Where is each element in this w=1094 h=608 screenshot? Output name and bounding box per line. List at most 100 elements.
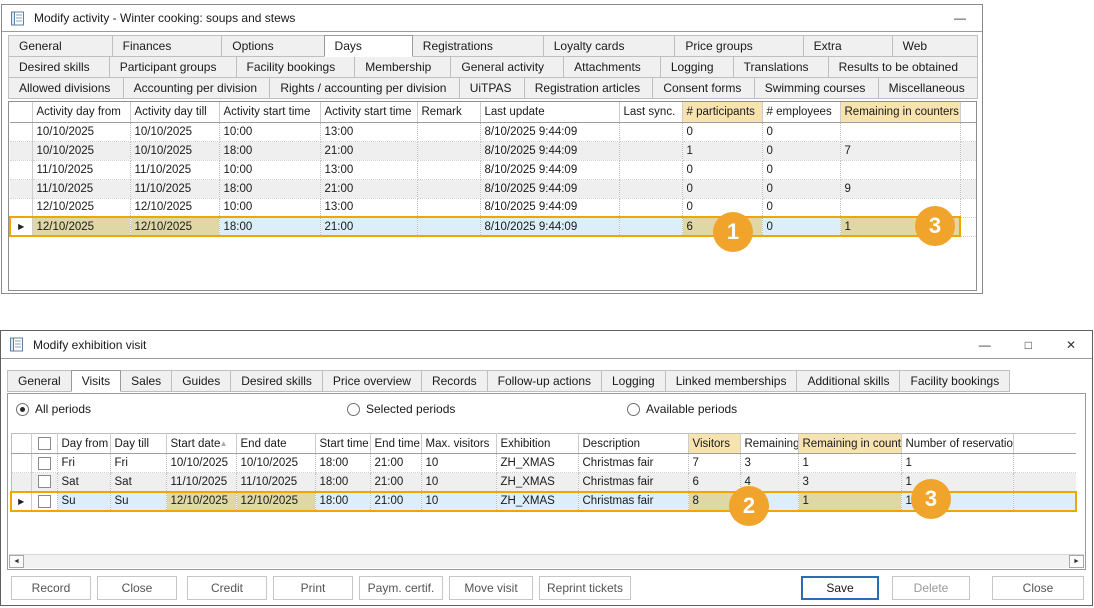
tab-sales[interactable]: Sales: [120, 370, 172, 392]
cell[interactable]: 12/10/2025: [236, 492, 315, 511]
cell[interactable]: [417, 160, 480, 179]
cell[interactable]: 21:00: [320, 141, 417, 160]
cell[interactable]: [417, 141, 480, 160]
row-selector[interactable]: [11, 454, 31, 473]
cell[interactable]: 10:00: [219, 160, 320, 179]
cell[interactable]: 10: [421, 454, 496, 473]
column-header-employees[interactable]: # employees: [762, 102, 840, 122]
cell[interactable]: [417, 198, 480, 217]
column-header-remark[interactable]: Remark: [417, 102, 480, 122]
cell[interactable]: Christmas fair: [578, 454, 688, 473]
tab-translations[interactable]: Translations: [733, 56, 829, 78]
cell[interactable]: [619, 217, 682, 236]
cell[interactable]: 18:00: [219, 141, 320, 160]
scroll-right-icon[interactable]: ►: [1069, 555, 1084, 568]
cell[interactable]: 0: [682, 122, 762, 141]
cell[interactable]: 13:00: [320, 198, 417, 217]
cell[interactable]: 0: [762, 160, 840, 179]
column-header-number-of-reservations[interactable]: Number of reservations: [901, 434, 1013, 454]
tab-general-activity[interactable]: General activity: [450, 56, 564, 78]
cell[interactable]: 10: [421, 492, 496, 511]
tab-desired-skills[interactable]: Desired skills: [230, 370, 323, 392]
cell[interactable]: 7: [840, 141, 960, 160]
cell[interactable]: [417, 122, 480, 141]
cell[interactable]: [840, 160, 960, 179]
cell[interactable]: 21:00: [370, 492, 421, 511]
cell[interactable]: 13:00: [320, 122, 417, 141]
cell[interactable]: 21:00: [320, 179, 417, 198]
tab-registration-articles[interactable]: Registration articles: [524, 77, 654, 99]
cell[interactable]: 18:00: [219, 179, 320, 198]
cell[interactable]: 8/10/2025 9:44:09: [480, 122, 619, 141]
cell[interactable]: 12/10/2025: [130, 198, 219, 217]
cell[interactable]: 0: [682, 160, 762, 179]
tab-records[interactable]: Records: [421, 370, 488, 392]
row-checkbox[interactable]: [38, 495, 51, 508]
cell[interactable]: Christmas fair: [578, 492, 688, 511]
column-header-description[interactable]: Description: [578, 434, 688, 454]
cell[interactable]: 10/10/2025: [32, 141, 130, 160]
cell[interactable]: Sat: [110, 473, 166, 492]
tab-finances[interactable]: Finances: [112, 35, 223, 57]
cell[interactable]: 1: [901, 454, 1013, 473]
tab-facility-bookings[interactable]: Facility bookings: [899, 370, 1010, 392]
tab-accounting-per-division[interactable]: Accounting per division: [123, 77, 271, 99]
tab-extra[interactable]: Extra: [803, 35, 893, 57]
cell[interactable]: 0: [762, 179, 840, 198]
column-header-visitors[interactable]: Visitors: [688, 434, 740, 454]
paym-certif-button[interactable]: Paym. certif.: [359, 576, 443, 600]
cell[interactable]: 10/10/2025: [166, 454, 236, 473]
reprint-tickets-button[interactable]: Reprint tickets: [539, 576, 631, 600]
tab-participant-groups[interactable]: Participant groups: [109, 56, 237, 78]
credit-button[interactable]: Credit: [187, 576, 267, 600]
tab-general[interactable]: General: [8, 35, 113, 57]
tab-miscellaneous[interactable]: Miscellaneous: [878, 77, 978, 99]
column-header-activity-start-time[interactable]: Activity start time: [219, 102, 320, 122]
delete-button[interactable]: Delete: [892, 576, 970, 600]
cell[interactable]: [417, 217, 480, 236]
close-button-footer[interactable]: Close: [992, 576, 1084, 600]
column-header-day-till[interactable]: Day till: [110, 434, 166, 454]
tab-price-groups[interactable]: Price groups: [674, 35, 803, 57]
row-selector[interactable]: [10, 198, 32, 217]
cell[interactable]: [619, 160, 682, 179]
cell[interactable]: 0: [762, 141, 840, 160]
cell[interactable]: 1: [798, 492, 901, 511]
horizontal-scrollbar[interactable]: ◄ ►: [9, 554, 1084, 568]
column-header-activity-day-till[interactable]: Activity day till: [130, 102, 219, 122]
cell[interactable]: ZH_XMAS: [496, 492, 578, 511]
cell[interactable]: 10/10/2025: [130, 122, 219, 141]
cell[interactable]: 11/10/2025: [236, 473, 315, 492]
tab-attachments[interactable]: Attachments: [563, 56, 661, 78]
tab-logging[interactable]: Logging: [601, 370, 666, 392]
radio-available-periods[interactable]: Available periods: [627, 402, 737, 416]
cell[interactable]: [619, 141, 682, 160]
cell[interactable]: 7: [688, 454, 740, 473]
column-header-start-time[interactable]: Start time: [315, 434, 370, 454]
tab-price-overview[interactable]: Price overview: [322, 370, 422, 392]
tab-linked-memberships[interactable]: Linked memberships: [665, 370, 798, 392]
cell[interactable]: 10/10/2025: [130, 141, 219, 160]
cell[interactable]: Sat: [57, 473, 110, 492]
tab-desired-skills[interactable]: Desired skills: [8, 56, 110, 78]
tab-visits[interactable]: Visits: [71, 370, 121, 392]
cell[interactable]: Christmas fair: [578, 473, 688, 492]
record-button[interactable]: Record: [11, 576, 91, 600]
cell[interactable]: 11/10/2025: [32, 179, 130, 198]
radio-selected-periods[interactable]: Selected periods: [347, 402, 455, 416]
column-header-last-update[interactable]: Last update: [480, 102, 619, 122]
row-selector[interactable]: [10, 179, 32, 198]
cell[interactable]: 11/10/2025: [32, 160, 130, 179]
save-button[interactable]: Save: [801, 576, 879, 600]
minimize-button[interactable]: —: [954, 12, 966, 24]
cell[interactable]: 10/10/2025: [32, 122, 130, 141]
cell[interactable]: [619, 198, 682, 217]
cell[interactable]: 13:00: [320, 160, 417, 179]
cell[interactable]: Su: [57, 492, 110, 511]
cell[interactable]: Fri: [57, 454, 110, 473]
cell[interactable]: [619, 179, 682, 198]
tab-web[interactable]: Web: [892, 35, 978, 57]
cell[interactable]: 8/10/2025 9:44:09: [480, 160, 619, 179]
column-header-activity-start-time[interactable]: Activity start time: [320, 102, 417, 122]
cell[interactable]: 3: [798, 473, 901, 492]
